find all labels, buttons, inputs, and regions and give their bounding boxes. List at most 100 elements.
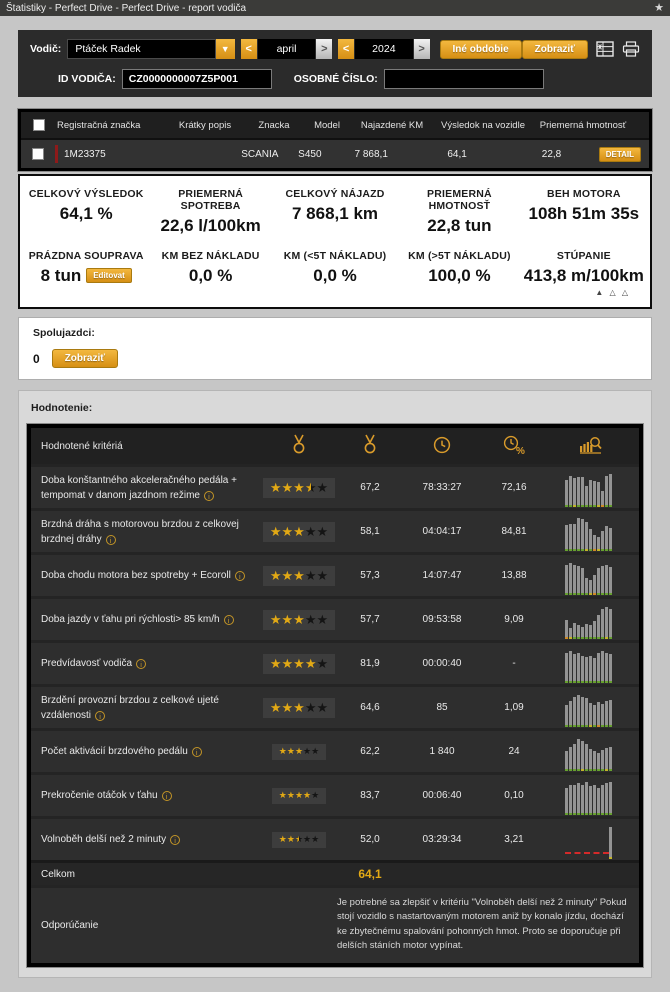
rating-table-header: Hodnotené kritériá % <box>31 428 639 464</box>
month-next-button[interactable]: > <box>316 39 332 59</box>
recommendation-row: Odporúčanie Je potrebné sa zlepšiť v kri… <box>31 885 639 963</box>
info-icon[interactable]: i <box>162 791 172 801</box>
star-rating: ★★★★★★ <box>263 478 335 498</box>
info-icon[interactable]: i <box>192 747 202 757</box>
mini-bar-chart <box>565 689 617 727</box>
mini-bar-chart <box>565 513 617 551</box>
chart-bar <box>585 578 588 595</box>
chart-bar <box>573 565 576 595</box>
criteria-name: Volnoběh delší než 2 minuty <box>41 834 166 845</box>
chart-bar <box>577 653 580 683</box>
print-icon[interactable] <box>622 41 640 57</box>
vehicle-table-header: Registračná značkaKrátky popisZnackaMode… <box>21 112 649 138</box>
star-rating: ★★★★★★ <box>272 832 326 848</box>
info-icon[interactable]: i <box>170 835 180 845</box>
percent-cell: 9,09 <box>485 614 543 625</box>
star-full-icon: ★ <box>270 480 282 495</box>
chevron-down-icon[interactable]: ▼ <box>216 39 235 59</box>
month-field[interactable]: april <box>258 39 316 59</box>
chart-bar <box>597 788 600 815</box>
chart-bar <box>573 478 576 507</box>
criteria-name: Predvídavosť vodiča <box>41 658 132 669</box>
chart-bar <box>585 486 588 507</box>
vehicle-column-header: Výsledok na vozidle <box>433 120 533 131</box>
edit-button[interactable]: Editovat <box>86 268 132 283</box>
criteria-cell: Prekročenie otáčok v ťahui <box>31 784 257 807</box>
chart-bar <box>569 785 572 815</box>
vehicle-column-header: Krátky popis <box>165 120 245 131</box>
criteria-name: Doba jazdy v ťahu pri rýchlosti> 85 km/h <box>41 614 220 625</box>
time-cell: 00:06:40 <box>399 790 485 801</box>
chart-cell <box>543 733 639 771</box>
driver-select-value: Ptáček Radek <box>75 43 140 55</box>
chart-bar <box>597 702 600 727</box>
star-full-icon: ★ <box>270 524 282 539</box>
stat-value: 8 tunEditovat <box>26 266 146 286</box>
personal-number-label: OSOBNÉ ČÍSLO: <box>294 73 378 85</box>
chart-bar <box>601 609 604 639</box>
star-rating: ★★★★★ <box>272 788 326 804</box>
chart-bar <box>585 657 588 683</box>
chart-bar <box>609 609 612 639</box>
month-prev-button[interactable]: < <box>241 39 257 59</box>
filter-row: Vodič: Ptáček Radek ▼ < april > < 2024 >… <box>30 39 640 59</box>
stat-cell: CELKOVÝ VÝSLEDOK 64,1 % <box>24 188 148 236</box>
mini-bar-chart <box>565 469 617 507</box>
star-full-icon: ★ <box>270 568 282 583</box>
vehicle-model-cell: S450 <box>287 149 332 160</box>
chart-bar <box>601 566 604 595</box>
star-full-icon: ★ <box>282 700 294 715</box>
detail-button[interactable]: DETAIL <box>599 147 641 162</box>
stat-value: 64,1 % <box>26 204 146 224</box>
chart-bar <box>573 697 576 727</box>
stat-value: 0,0 % <box>150 266 270 286</box>
chart-bar <box>585 782 588 815</box>
star-full-icon: ★ <box>303 790 311 800</box>
summary-stats-panel: CELKOVÝ VÝSLEDOK64,1 %PRIEMERNÁ SPOTREBA… <box>18 174 652 309</box>
chart-bar <box>585 698 588 727</box>
show-button[interactable]: Zobraziť <box>522 40 588 59</box>
star-empty-icon: ★ <box>305 568 317 583</box>
star-empty-icon: ★ <box>316 568 328 583</box>
info-icon[interactable]: i <box>204 491 214 501</box>
star-full-icon: ★ <box>270 612 282 627</box>
stat-value: 22,8 tun <box>399 216 519 236</box>
info-icon[interactable]: i <box>136 659 146 669</box>
star-empty-icon: ★ <box>316 656 328 671</box>
chart-bar <box>589 656 592 683</box>
year-next-button[interactable]: > <box>414 39 430 59</box>
star-full-icon: ★ <box>293 656 305 671</box>
time-cell: 1 840 <box>399 746 485 757</box>
row-checkbox[interactable] <box>32 148 44 160</box>
time-cell: 09:53:58 <box>399 614 485 625</box>
chart-bar <box>585 522 588 551</box>
star-full-icon: ★ <box>279 834 287 844</box>
stars-cell: ★★★★★★ <box>257 832 341 848</box>
star-empty-icon: ★ <box>311 790 319 800</box>
chart-bar <box>593 481 596 507</box>
favorite-star-icon[interactable]: ★ <box>654 3 664 14</box>
info-icon[interactable]: i <box>95 711 105 721</box>
star-full-icon: ★ <box>282 612 294 627</box>
vehicle-result-cell: 64,1 <box>410 149 504 160</box>
other-period-button[interactable]: Iné obdobie <box>440 40 522 59</box>
rating-section-label: Hodnotenie: <box>31 402 643 414</box>
chart-bar <box>589 625 592 639</box>
info-icon[interactable]: i <box>224 615 234 625</box>
excel-export-icon[interactable] <box>596 41 614 57</box>
year-prev-button[interactable]: < <box>338 39 354 59</box>
year-field[interactable]: 2024 <box>355 39 413 59</box>
stat-label: CELKOVÝ VÝSLEDOK <box>26 188 146 200</box>
star-rating: ★★★★★ <box>263 522 335 542</box>
chart-bar <box>569 524 572 551</box>
info-icon[interactable]: i <box>106 535 116 545</box>
chart-cell <box>543 557 639 595</box>
select-all-checkbox[interactable] <box>33 119 45 131</box>
info-icon[interactable]: i <box>235 571 245 581</box>
stat-cell: KM (>5T NÁKLADU)100,0 % <box>397 250 521 297</box>
stat-cell: STÚPANIE413,8 m/100km▲ △ △ <box>522 250 646 297</box>
passengers-show-button[interactable]: Zobraziť <box>52 349 118 368</box>
chart-bar <box>581 477 584 507</box>
driver-select[interactable]: Ptáček Radek <box>67 39 215 59</box>
star-empty-icon: ★ <box>303 834 311 844</box>
